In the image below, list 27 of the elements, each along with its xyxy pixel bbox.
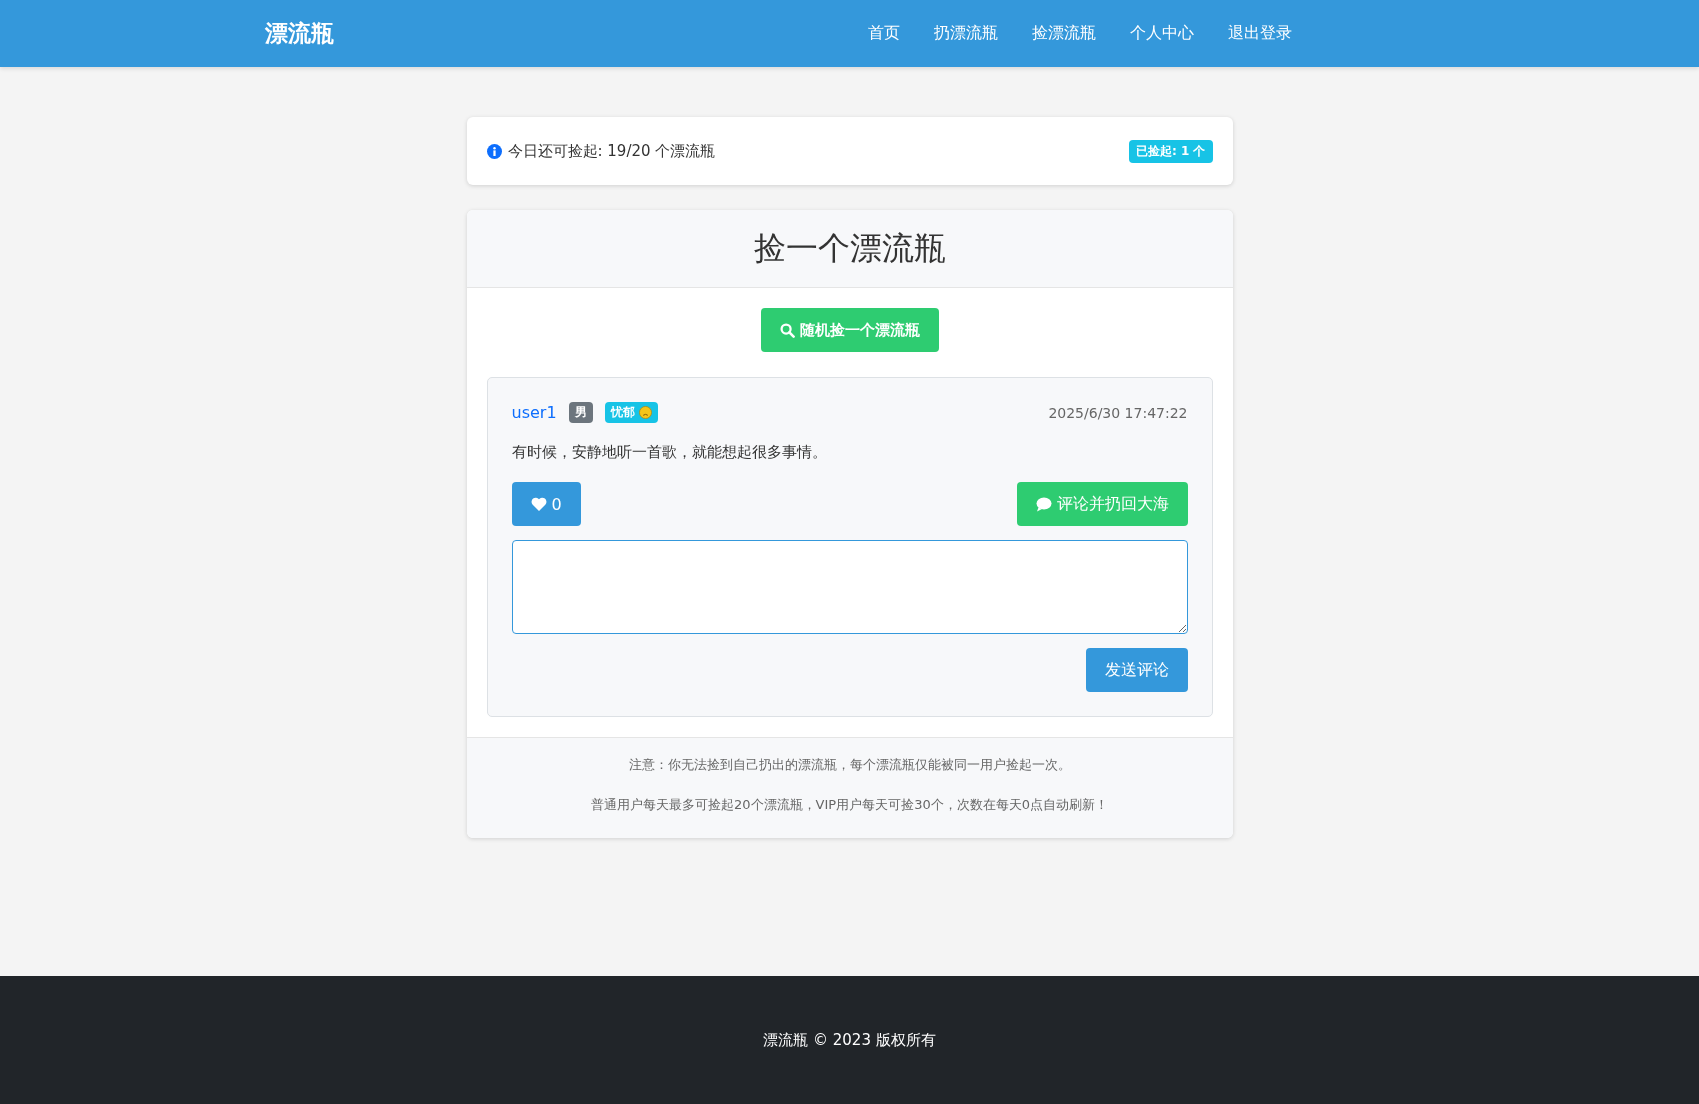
- copyright-text: 漂流瓶 © 2023 版权所有: [763, 1030, 936, 1050]
- bottle-message: 有时候，安静地听一首歌，就能想起很多事情。: [511, 443, 828, 462]
- nav-link[interactable]: 首页: [851, 15, 917, 52]
- post-time: 2025/6/30 17:47:22: [1048, 404, 1188, 421]
- search-icon: [779, 322, 795, 338]
- mood-badge: 忧郁: [604, 402, 658, 423]
- username-link[interactable]: user1: [511, 403, 557, 422]
- gender-badge: 男: [568, 402, 593, 423]
- info-icon: [486, 143, 502, 159]
- send-comment-button[interactable]: 发送评论: [1085, 648, 1188, 692]
- card-title: 捡一个漂流瓶: [753, 227, 946, 269]
- quota-text: 今日还可捡起: 19/20 个漂流瓶: [507, 141, 716, 161]
- picked-count-badge: 已捡起: 1 个: [1129, 139, 1213, 163]
- note-text: 注意：你无法捡到自己扔出的漂流瓶，每个漂流瓶仅能被同一用户捡起一次。: [628, 756, 1071, 774]
- comment-throw-back-button[interactable]: 评论并扔回大海: [1016, 482, 1188, 526]
- heart-icon: [530, 497, 547, 511]
- comment-input-field[interactable]: [511, 540, 1188, 634]
- nav-link[interactable]: 捡漂流瓶: [1015, 15, 1113, 52]
- nav-link[interactable]: 个人中心: [1113, 15, 1211, 52]
- speech-bubble-icon: [1035, 496, 1052, 512]
- like-button[interactable]: 0: [511, 482, 581, 526]
- brand-logo[interactable]: 漂流瓶: [265, 18, 334, 49]
- sad-emoji-icon: [638, 406, 652, 419]
- pick-bottle-button[interactable]: 随机捡一个漂流瓶: [760, 308, 939, 352]
- note-text: 普通用户每天最多可捡起20个漂流瓶，VIP用户每天可捡30个，次数在每天0点自动刷新！: [591, 796, 1108, 814]
- nav-link[interactable]: 退出登录: [1211, 15, 1309, 52]
- nav-link[interactable]: 扔漂流瓶: [917, 15, 1015, 52]
